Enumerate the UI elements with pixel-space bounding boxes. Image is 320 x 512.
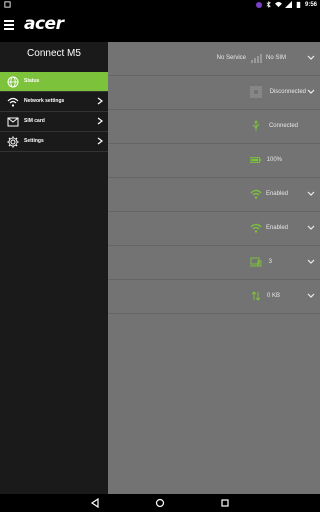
notification-icon xyxy=(4,1,11,10)
network-box-icon xyxy=(250,86,262,98)
wifi-status-icon xyxy=(274,1,282,8)
data-usage: 0 KB xyxy=(266,293,280,299)
chevron-down-icon[interactable] xyxy=(307,291,315,299)
signal-bars-icon xyxy=(251,54,262,63)
wifi-row-2: Enabled xyxy=(108,212,320,246)
battery-status-icon xyxy=(296,1,301,8)
usb-row: Connected xyxy=(108,110,320,144)
back-icon[interactable] xyxy=(90,498,100,508)
acer-logo: acer xyxy=(24,14,64,34)
system-status-bar: 9:56 xyxy=(0,0,320,10)
chevron-down-icon[interactable] xyxy=(307,257,315,265)
chevron-down-icon[interactable] xyxy=(307,223,315,231)
wifi-icon xyxy=(250,189,262,199)
app-bar: acer xyxy=(0,10,320,42)
battery-icon xyxy=(250,157,262,163)
wifi-status-2: Enabled xyxy=(265,225,288,231)
connected-devices-count: 3 xyxy=(268,259,272,265)
sim-status: No SIM xyxy=(265,55,286,61)
data-usage-row: 0 KB xyxy=(108,280,320,314)
devices-icon xyxy=(250,257,262,267)
service-status: No Service xyxy=(216,55,246,61)
sim-card-icon xyxy=(7,117,19,127)
wifi-icon xyxy=(250,223,262,233)
signal-row: No Service No SIM xyxy=(108,42,320,76)
data-transfer-icon xyxy=(251,291,261,301)
clock: 9:56 xyxy=(304,1,317,8)
battery-level: 100% xyxy=(266,157,282,163)
connection-status: Disconnected xyxy=(269,89,306,95)
wifi-status-1: Enabled xyxy=(265,191,288,197)
nav-item-status[interactable]: Status xyxy=(0,72,108,92)
hamburger-menu-icon[interactable] xyxy=(4,20,14,30)
chevron-right-icon xyxy=(97,137,103,145)
nav-label-sim-card: SIM card xyxy=(24,118,45,124)
chevron-down-icon[interactable] xyxy=(307,87,315,95)
chevron-right-icon xyxy=(97,97,103,105)
chevron-down-icon[interactable] xyxy=(307,53,315,61)
nav-label-network-settings: Network settings xyxy=(24,98,65,104)
connection-row: Disconnected xyxy=(108,76,320,110)
gear-icon xyxy=(7,136,19,148)
wifi-row-1: Enabled xyxy=(108,178,320,212)
bluetooth-icon xyxy=(266,1,271,8)
chevron-right-icon xyxy=(97,117,103,125)
notification-dot-icon xyxy=(255,1,262,8)
globe-icon xyxy=(7,76,19,88)
nav-item-sim-card[interactable]: SIM card xyxy=(0,112,108,132)
nav-label-settings: Settings xyxy=(24,138,44,144)
devices-row: 3 xyxy=(108,246,320,280)
navigation-drawer: Connect M5 Status Network settings SIM c… xyxy=(0,42,108,494)
system-navigation-bar xyxy=(0,494,320,512)
battery-row: 100% xyxy=(108,144,320,178)
usb-status: Connected xyxy=(268,123,298,129)
usb-icon xyxy=(252,120,260,131)
home-icon[interactable] xyxy=(155,498,165,508)
recents-icon[interactable] xyxy=(220,498,230,508)
nav-item-settings[interactable]: Settings xyxy=(0,132,108,152)
signal-status-icon xyxy=(284,1,292,8)
chevron-down-icon[interactable] xyxy=(307,189,315,197)
nav-label-status: Status xyxy=(24,78,40,84)
wifi-icon xyxy=(7,97,19,107)
device-name: Connect M5 xyxy=(27,48,81,59)
nav-item-network-settings[interactable]: Network settings xyxy=(0,92,108,112)
